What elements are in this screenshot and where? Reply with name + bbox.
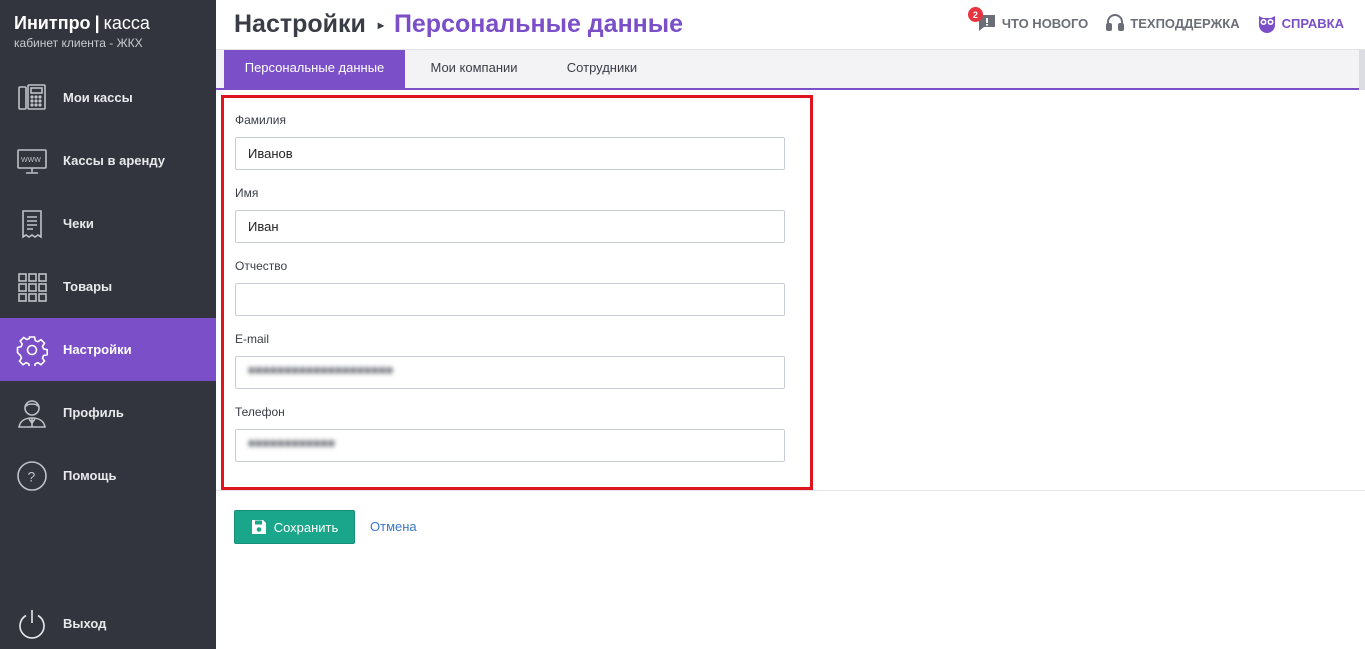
phone-input[interactable] (235, 429, 785, 462)
tab-employees[interactable]: Сотрудники (551, 50, 653, 88)
scrollbar[interactable] (1359, 50, 1365, 90)
user-icon (16, 397, 48, 429)
top-actions: 2 ЧТО НОВОГО ТЕХПОДДЕРЖКА СПРАВКА (960, 7, 1344, 34)
sidebar-item-receipts[interactable]: Чеки (0, 192, 216, 255)
middlename-input[interactable] (235, 283, 785, 316)
power-icon (16, 608, 48, 640)
sidebar-item-label: Настройки (63, 342, 132, 357)
tab-personal-data[interactable]: Персональные данные (224, 50, 405, 88)
svg-text:WWW: WWW (21, 157, 41, 164)
sidebar-item-profile[interactable]: Профиль (0, 381, 216, 444)
lastname-field-group: Фамилия (235, 113, 787, 170)
sidebar: Инитпро | касса кабинет клиента - ЖКХ Мои … (0, 0, 216, 649)
whats-new-label: ЧТО НОВОГО (1001, 15, 1089, 31)
headset-icon (1106, 14, 1125, 31)
phone-field-group: Телефон ■■■■■■■■■■■■ (235, 405, 787, 462)
form-divider (216, 490, 1365, 491)
svg-text:?: ? (28, 468, 36, 484)
sidebar-item-label: Товары (63, 279, 113, 294)
lastname-input[interactable] (235, 137, 785, 170)
help-label: СПРАВКА (1281, 15, 1344, 31)
www-monitor-icon: WWW (16, 145, 48, 177)
question-icon: ? (16, 460, 48, 492)
news-badge: 2 (967, 7, 983, 22)
firstname-field-group: Имя (235, 186, 787, 243)
email-field-group: E-mail ■■■■■■■■■■■■■■■■■■■■ (235, 332, 787, 389)
page-title: Персональные данные (393, 10, 684, 38)
brand-subtitle: кабинет клиента - ЖКХ (14, 36, 143, 50)
brand-name-bold: Инитпро (14, 13, 91, 33)
help-link[interactable]: СПРАВКА (1256, 12, 1344, 34)
brand-separator: | (94, 13, 100, 33)
middlename-label: Отчество (235, 259, 288, 273)
email-label: E-mail (235, 332, 270, 346)
owl-icon (1258, 16, 1275, 33)
personal-data-form: Фамилия Имя Отчество E-mail ■■■■■■■■■■■■… (221, 95, 813, 490)
sidebar-item-label: Помощь (63, 468, 117, 483)
support-label: ТЕХПОДДЕРЖКА (1130, 15, 1240, 31)
firstname-input[interactable] (235, 210, 785, 243)
save-button[interactable]: Сохранить (234, 510, 355, 544)
lastname-label: Фамилия (235, 113, 286, 127)
brand-title: Инитпро | касса (14, 12, 150, 34)
cancel-link[interactable]: Отмена (370, 519, 417, 534)
gear-icon (16, 334, 48, 366)
settings-tabs: Персональные данные Мои компании Сотрудн… (216, 50, 1365, 90)
sidebar-item-help[interactable]: ? Помощь (0, 444, 216, 507)
middlename-field-group: Отчество (235, 259, 787, 316)
save-button-label: Сохранить (273, 519, 339, 535)
brand[interactable]: Инитпро | касса кабинет клиента - ЖКХ (14, 12, 150, 50)
sidebar-item-products[interactable]: Товары (0, 255, 216, 318)
cash-register-icon (16, 82, 48, 114)
floppy-disk-icon (251, 520, 266, 534)
sidebar-item-settings[interactable]: Настройки (0, 318, 216, 381)
logout-label: Выход (63, 616, 107, 631)
sidebar-item-rental-registers[interactable]: WWW Кассы в аренду (0, 129, 216, 192)
receipt-icon (16, 208, 48, 240)
top-header: Настройки ▸ Персональные данные 2 ЧТО НО… (216, 0, 1365, 50)
sidebar-item-label: Кассы в аренду (63, 153, 165, 168)
firstname-label: Имя (235, 186, 259, 200)
phone-label: Телефон (235, 405, 285, 419)
logout-button[interactable]: Выход (0, 592, 216, 649)
sidebar-item-label: Мои кассы (63, 90, 133, 105)
breadcrumb: Настройки ▸ Персональные данные (234, 10, 683, 39)
sidebar-nav: Мои кассы WWW Кассы в аренду Чеки Товары… (0, 66, 216, 507)
sidebar-item-my-registers[interactable]: Мои кассы (0, 66, 216, 129)
tab-my-companies[interactable]: Мои компании (416, 50, 532, 88)
support-link[interactable]: ТЕХПОДДЕРЖКА (1104, 12, 1240, 34)
breadcrumb-arrow-icon: ▸ (377, 17, 384, 32)
sidebar-item-label: Профиль (63, 405, 124, 420)
sidebar-item-label: Чеки (63, 216, 94, 231)
whats-new-link[interactable]: 2 ЧТО НОВОГО (967, 7, 1089, 34)
chat-icon: 2 (967, 7, 1002, 34)
email-input[interactable] (235, 356, 785, 389)
grid-icon (16, 271, 48, 303)
breadcrumb-root[interactable]: Настройки (234, 10, 366, 39)
brand-name-light: касса (103, 13, 150, 33)
